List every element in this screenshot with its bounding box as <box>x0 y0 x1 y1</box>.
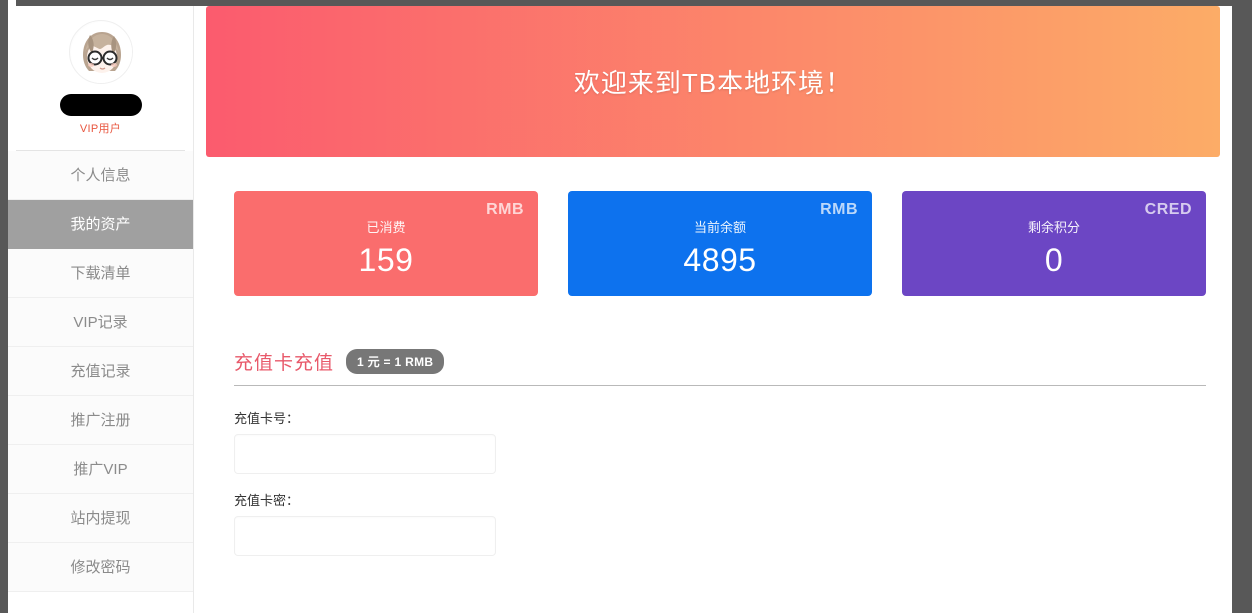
sidebar-item-personal-info[interactable]: 个人信息 <box>8 151 193 200</box>
avatar[interactable] <box>69 20 133 84</box>
main-content: 欢迎来到TB本地环境！ RMB 已消费 159 RMB 当前余额 4895 CR… <box>206 6 1232 613</box>
banner-title: 欢迎来到TB本地环境！ <box>574 63 852 100</box>
vip-badge: VIP用户 <box>26 120 175 144</box>
recharge-form: 充值卡号： 充值卡密： <box>234 386 1206 556</box>
sidebar-item-site-withdraw[interactable]: 站内提现 <box>8 494 193 543</box>
field-card-number: 充值卡号： <box>234 408 1206 474</box>
stat-card-credits-value: 0 <box>902 242 1206 279</box>
welcome-banner: 欢迎来到TB本地环境！ <box>206 6 1220 157</box>
field-card-password: 充值卡密： <box>234 490 1206 556</box>
sidebar-item-promo-vip[interactable]: 推广VIP <box>8 445 193 494</box>
recharge-title: 充值卡充值 <box>234 348 334 375</box>
recharge-section: 充值卡充值 1 元 = 1 RMB 充值卡号： 充值卡密： <box>206 296 1232 556</box>
sidebar-item-recharge-records[interactable]: 充值记录 <box>8 347 193 396</box>
card-number-label: 充值卡号： <box>234 408 1206 427</box>
window-frame-left-edge <box>0 0 8 613</box>
user-avatar-cartoon-glasses-icon <box>70 21 133 84</box>
stat-card-balance-label: 当前余额 <box>568 217 872 236</box>
sidebar-item-download-list[interactable]: 下载清单 <box>8 249 193 298</box>
stat-cards: RMB 已消费 159 RMB 当前余额 4895 CRED 剩余积分 0 <box>206 157 1232 296</box>
sidebar-nav: 个人信息 我的资产 下载清单 VIP记录 充值记录 推广注册 推广VIP 站内提… <box>8 151 193 592</box>
card-password-label: 充值卡密： <box>234 490 1206 509</box>
stat-card-spent: RMB 已消费 159 <box>234 191 538 296</box>
stat-card-credits-unit: CRED <box>1145 201 1192 219</box>
recharge-header: 充值卡充值 1 元 = 1 RMB <box>234 348 1206 386</box>
sidebar-item-change-password[interactable]: 修改密码 <box>8 543 193 592</box>
card-password-input[interactable] <box>234 516 496 556</box>
stat-card-spent-unit: RMB <box>486 201 524 219</box>
stat-card-spent-label: 已消费 <box>234 217 538 236</box>
stat-card-balance-unit: RMB <box>820 201 858 219</box>
card-number-input[interactable] <box>234 434 496 474</box>
stat-card-credits-label: 剩余积分 <box>902 217 1206 236</box>
sidebar-item-vip-records[interactable]: VIP记录 <box>8 298 193 347</box>
user-profile-block: VIP用户 <box>16 6 185 151</box>
stat-card-spent-value: 159 <box>234 242 538 279</box>
stat-card-balance-value: 4895 <box>568 242 872 279</box>
stat-card-credits: CRED 剩余积分 0 <box>902 191 1206 296</box>
window-frame-right-edge <box>1232 0 1252 613</box>
exchange-rate-badge: 1 元 = 1 RMB <box>346 349 444 374</box>
stat-card-balance: RMB 当前余额 4895 <box>568 191 872 296</box>
sidebar-item-my-assets[interactable]: 我的资产 <box>8 200 193 249</box>
sidebar-item-promo-register[interactable]: 推广注册 <box>8 396 193 445</box>
username-redacted <box>60 94 142 116</box>
sidebar: VIP用户 个人信息 我的资产 下载清单 VIP记录 充值记录 推广注册 推广V… <box>8 6 194 613</box>
page-root: VIP用户 个人信息 我的资产 下载清单 VIP记录 充值记录 推广注册 推广V… <box>8 0 1252 613</box>
